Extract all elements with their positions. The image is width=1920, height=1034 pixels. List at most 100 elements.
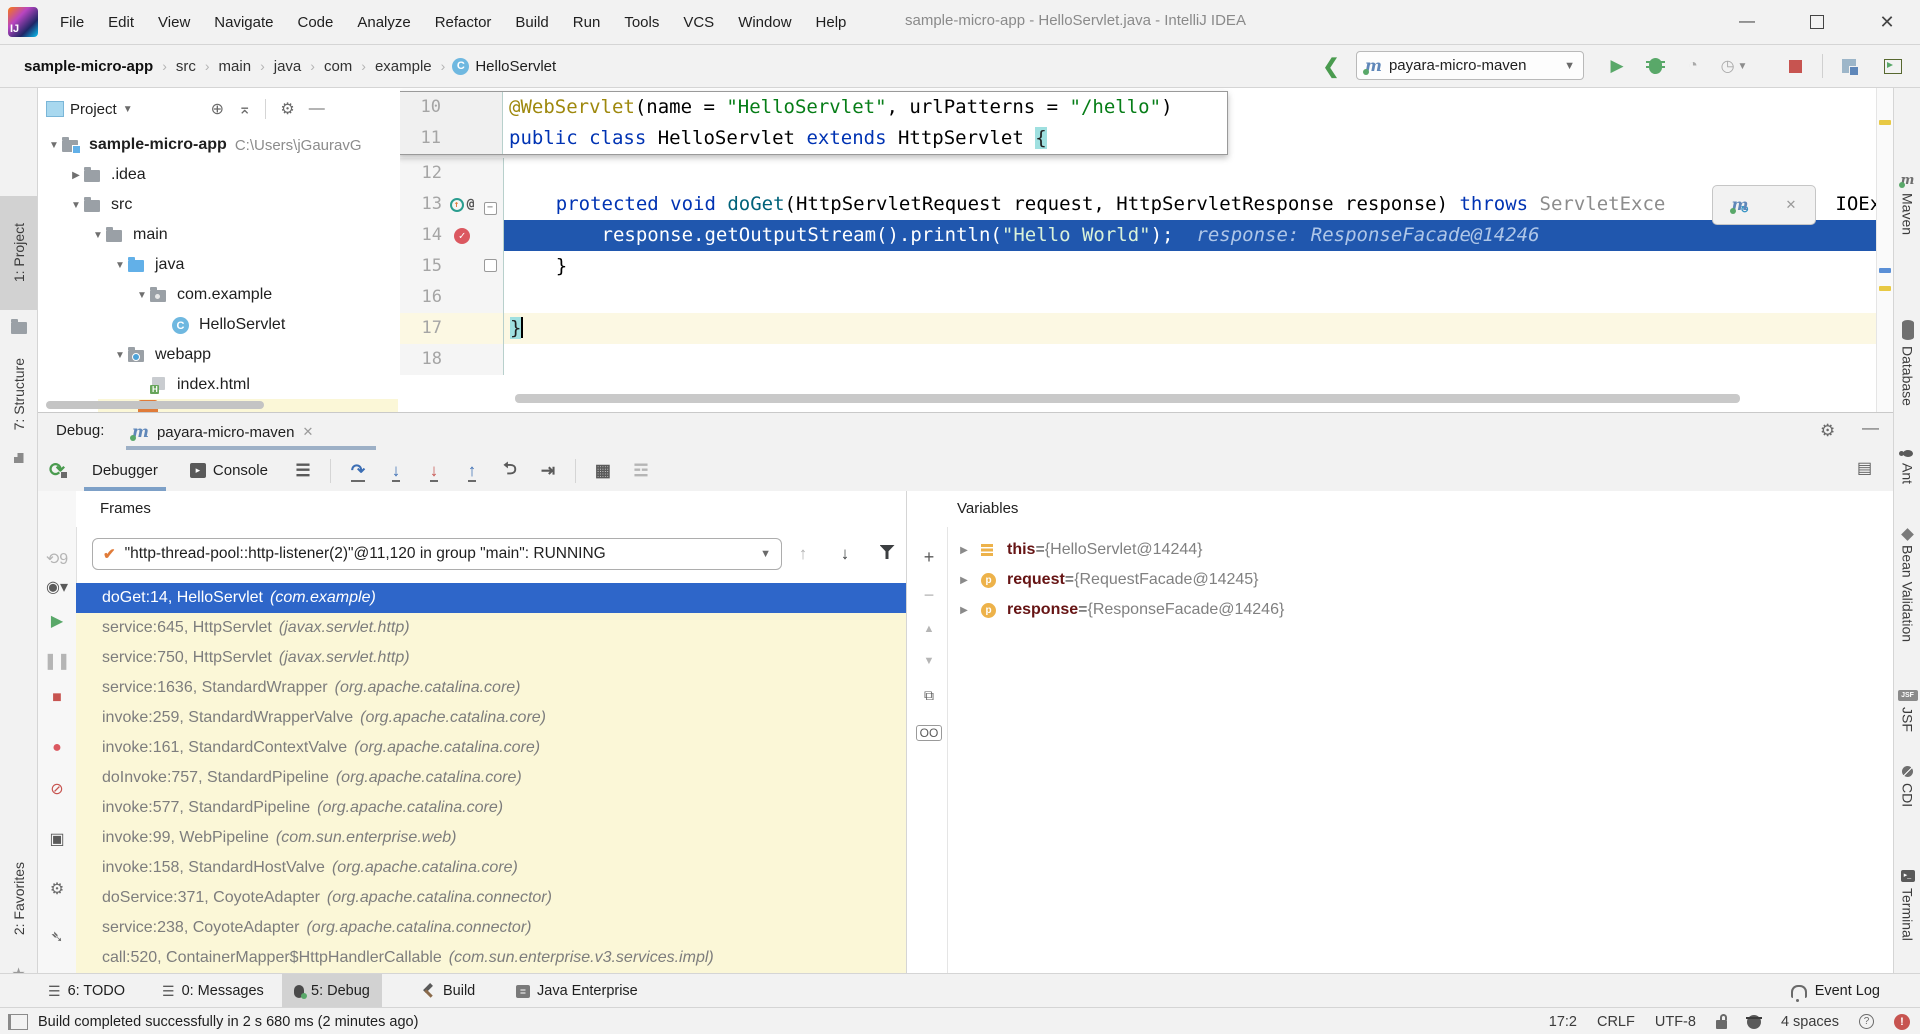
chevron-expanded-icon[interactable]: ▼ xyxy=(90,230,106,241)
menu-tools[interactable]: Tools xyxy=(612,14,671,31)
trace-settings-icon[interactable]: ☲ xyxy=(622,461,660,481)
view-options-icon[interactable]: ◉▾ xyxy=(38,577,76,597)
variable-row[interactable]: ▶prequest = {RequestFacade@14245} xyxy=(947,565,1893,595)
frame-row[interactable]: service:1636, StandardWrapper(org.apache… xyxy=(76,673,906,703)
code-editor[interactable]: 1213↑@− protected void doGet(HttpServlet… xyxy=(400,88,1893,412)
toolwindow-button-build[interactable]: Build xyxy=(410,974,487,1008)
menu-vcs[interactable]: VCS xyxy=(671,14,726,31)
thread-dropdown[interactable]: ✔ "http-thread-pool::http-listener(2)"@1… xyxy=(92,538,782,570)
code-line-11[interactable]: 11public class HelloServlet extends Http… xyxy=(400,123,1227,154)
view-breakpoints-icon[interactable]: ● xyxy=(38,739,76,757)
menu-window[interactable]: Window xyxy=(726,14,803,31)
stripe-tab-structure[interactable]: 7: Structure xyxy=(0,346,37,442)
variable-row[interactable]: ▶presponse = {ResponseFacade@14246} xyxy=(947,595,1893,625)
fold-icon[interactable] xyxy=(484,259,497,272)
step-into-icon[interactable]: ↓ xyxy=(377,461,415,481)
frame-row[interactable]: invoke:259, StandardWrapperValve(org.apa… xyxy=(76,703,906,733)
hide-panel-icon[interactable]: — xyxy=(309,100,325,118)
coverage-button[interactable]: ◔ xyxy=(1678,45,1708,87)
chevron-collapsed-icon[interactable]: ▶ xyxy=(947,575,981,586)
chevron-expanded-icon[interactable]: ▼ xyxy=(134,290,150,301)
indent-setting[interactable]: 4 spaces xyxy=(1781,1014,1839,1030)
breadcrumb-item-class[interactable]: CHelloServlet xyxy=(452,58,556,75)
run-to-cursor-icon[interactable]: ⇥ xyxy=(529,461,567,481)
menu-build[interactable]: Build xyxy=(503,14,560,31)
file-encoding[interactable]: UTF-8 xyxy=(1655,1014,1696,1030)
code-line-16[interactable]: 16 xyxy=(400,282,1877,313)
toolwindow-button-5-debug[interactable]: 5: Debug xyxy=(282,974,382,1008)
frame-row[interactable]: doGet:14, HelloServlet(com.example) xyxy=(76,583,906,613)
minimize-button[interactable]: — xyxy=(1718,0,1776,44)
chevron-collapsed-icon[interactable]: ▶ xyxy=(947,545,981,556)
menu-run[interactable]: Run xyxy=(561,14,613,31)
caret-position[interactable]: 17:2 xyxy=(1549,1014,1577,1030)
rerun-icon[interactable]: ⟳ xyxy=(38,459,76,482)
scroll-down-icon[interactable]: ▼ xyxy=(911,655,947,667)
breadcrumb-item-java[interactable]: java xyxy=(272,58,304,75)
stop-button[interactable] xyxy=(1780,45,1810,87)
warning-stripe-mark[interactable] xyxy=(1879,120,1891,125)
debug-settings-icon[interactable]: ⚙ xyxy=(38,879,76,899)
profiler-button[interactable]: ◷▼ xyxy=(1712,45,1756,87)
breadcrumb-item-main[interactable]: main xyxy=(217,58,254,75)
frame-row[interactable]: invoke:158, StandardHostValve(org.apache… xyxy=(76,853,906,883)
toolwindow-button-0-messages[interactable]: ☰0: Messages xyxy=(150,974,276,1008)
breakpoint-icon[interactable]: ✓ xyxy=(454,228,470,244)
pause-icon[interactable]: ❚❚ xyxy=(38,651,76,671)
menu-analyze[interactable]: Analyze xyxy=(345,14,422,31)
debug-button[interactable] xyxy=(1638,45,1672,87)
frame-row[interactable]: invoke:161, StandardContextValve(org.apa… xyxy=(76,733,906,763)
show-execution-point-icon[interactable]: ⟲9 xyxy=(38,549,76,569)
maven-reload-icon[interactable]: m xyxy=(1732,197,1749,213)
menu-help[interactable]: Help xyxy=(804,14,859,31)
stripe-tab-bean-validation[interactable]: Bean Validation xyxy=(1894,530,1920,642)
code-line-13[interactable]: 13↑@− protected void doGet(HttpServletRe… xyxy=(400,189,1877,220)
info-stripe-mark[interactable] xyxy=(1879,268,1891,273)
fatal-error-badge[interactable]: ! xyxy=(1894,1014,1910,1030)
run-button[interactable]: ▶ xyxy=(1600,45,1634,87)
chevron-expanded-icon[interactable]: ▼ xyxy=(46,140,62,151)
frame-row[interactable]: invoke:99, WebPipeline(com.sun.enterpris… xyxy=(76,823,906,853)
warning-stripe-mark[interactable] xyxy=(1879,286,1891,291)
add-watch-icon[interactable]: + xyxy=(911,547,947,568)
layout-settings-icon[interactable]: ▤ xyxy=(1857,458,1872,478)
tab-debugger[interactable]: Debugger xyxy=(76,450,174,491)
duplicate-watch-icon[interactable]: ⧉ xyxy=(911,687,947,704)
resume-icon[interactable]: ▶ xyxy=(38,611,76,631)
tree-item-com.example[interactable]: ▼com.example xyxy=(38,280,400,310)
stripe-tab-jsf[interactable]: JSFJSF xyxy=(1894,690,1920,732)
tree-item-.idea[interactable]: ▶.idea xyxy=(38,160,400,190)
watch-return-values-icon[interactable]: OO xyxy=(911,721,947,742)
thread-dump-icon[interactable]: ▣ xyxy=(38,829,76,849)
question-gear-icon[interactable]: ? xyxy=(1859,1014,1874,1029)
grid-icon[interactable] xyxy=(0,450,37,466)
project-view-title[interactable]: Project xyxy=(70,101,117,118)
next-frame-icon[interactable]: ↓ xyxy=(824,544,866,564)
menu-code[interactable]: Code xyxy=(285,14,345,31)
frame-row[interactable]: doInvoke:757, StandardPipeline(org.apach… xyxy=(76,763,906,793)
tab-console[interactable]: ▸Console xyxy=(174,450,284,491)
chevron-expanded-icon[interactable]: ▼ xyxy=(68,200,84,211)
folder-icon[interactable] xyxy=(0,318,37,338)
menu-file[interactable]: File xyxy=(48,14,96,31)
scroll-up-icon[interactable]: ▲ xyxy=(911,623,947,635)
step-over-icon[interactable]: ↷ xyxy=(339,461,377,481)
code-line-12[interactable]: 12 xyxy=(400,158,1877,189)
tree-item-sample-micro-app[interactable]: ▼sample-micro-appC:\Users\jGauravG xyxy=(38,130,400,160)
panel-splitter[interactable] xyxy=(906,491,907,974)
close-icon[interactable]: ✕ xyxy=(1786,197,1797,213)
toolwindow-button-java-enterprise[interactable]: ≣Java Enterprise xyxy=(504,974,650,1008)
stripe-tab-ant[interactable]: Ant xyxy=(1894,450,1920,484)
project-structure-button[interactable] xyxy=(1832,45,1866,87)
gear-icon[interactable]: ⚙ xyxy=(280,99,294,119)
locate-file-icon[interactable]: ⊕ xyxy=(211,99,224,119)
previous-frame-icon[interactable]: ↑ xyxy=(782,544,824,564)
code-line-10[interactable]: 10@WebServlet(name = "HelloServlet", url… xyxy=(400,92,1227,123)
tree-item-webapp[interactable]: ▼webapp xyxy=(38,340,400,370)
maximize-button[interactable] xyxy=(1788,0,1846,44)
chevron-down-icon[interactable]: ▼ xyxy=(123,104,133,115)
code-line-18[interactable]: 18 xyxy=(400,344,1877,375)
stripe-tab-terminal[interactable]: ▸_Terminal xyxy=(1894,870,1920,941)
horizontal-scrollbar[interactable] xyxy=(515,394,1740,403)
frame-row[interactable]: doService:371, CoyoteAdapter(org.apache.… xyxy=(76,883,906,913)
